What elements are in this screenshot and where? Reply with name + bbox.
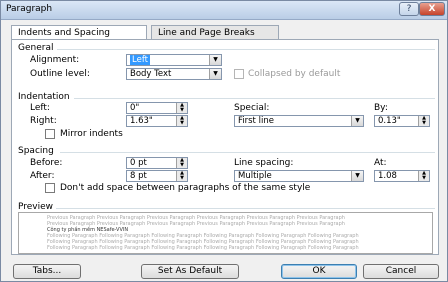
after-spinner[interactable]: 8 pt ▲ ▼ <box>126 170 188 182</box>
left-indent-spinner[interactable]: 0" ▲ ▼ <box>126 102 188 114</box>
ok-button[interactable]: OK <box>281 264 357 279</box>
tab-label: Line and Page Breaks <box>158 28 255 38</box>
special-select[interactable]: First line ▼ <box>234 115 364 127</box>
before-spinner[interactable]: 0 pt ▲ ▼ <box>126 157 188 169</box>
chevron-down-icon[interactable]: ▼ <box>351 116 363 126</box>
tab-line-and-page-breaks[interactable]: Line and Page Breaks <box>151 25 279 39</box>
indentation-section-label: Indentation <box>18 92 70 102</box>
alignment-value: Left <box>130 55 150 65</box>
cancel-button[interactable]: Cancel <box>363 264 439 279</box>
chevron-down-icon[interactable]: ▼ <box>209 69 221 79</box>
spinner-arrows-icon[interactable]: ▲ ▼ <box>176 103 187 113</box>
title-bar: Paragraph ? X <box>1 1 447 20</box>
special-label: Special: <box>234 103 270 113</box>
line-spacing-label: Line spacing: <box>234 158 294 168</box>
close-button[interactable]: X <box>419 2 445 16</box>
mirror-indents-checkbox[interactable] <box>45 129 55 139</box>
collapsed-checkbox[interactable] <box>234 69 244 79</box>
alignment-label: Alignment: <box>30 55 80 65</box>
general-section-label: General <box>18 43 54 53</box>
indentation-divider <box>74 98 435 99</box>
outline-level-select[interactable]: Body Text ▼ <box>126 68 222 80</box>
spinner-arrows-icon[interactable]: ▲ ▼ <box>176 171 187 181</box>
left-indent-label: Left: <box>30 103 50 113</box>
special-value: First line <box>238 116 274 126</box>
mirror-indents-label: Mirror indents <box>60 129 123 139</box>
set-as-default-button[interactable]: Set As Default <box>141 264 239 279</box>
collapsed-label: Collapsed by default <box>248 69 341 79</box>
spinner-arrows-icon[interactable]: ▲ ▼ <box>176 116 187 126</box>
spacing-divider <box>60 152 435 153</box>
preview-section-label: Preview <box>18 202 54 212</box>
by-value: 0.13" <box>378 116 401 126</box>
right-indent-value: 1.63" <box>130 116 153 126</box>
preview-divider <box>56 208 435 209</box>
outline-level-label: Outline level: <box>30 69 90 79</box>
dont-add-space-checkbox[interactable] <box>45 183 55 193</box>
left-indent-value: 0" <box>130 103 140 113</box>
dialog-title: Paragraph <box>6 4 53 14</box>
after-value: 8 pt <box>130 171 147 181</box>
spinner-arrows-icon[interactable]: ▲ ▼ <box>176 158 187 168</box>
line-spacing-select[interactable]: Multiple ▼ <box>234 170 364 182</box>
spinner-arrows-icon[interactable]: ▲ ▼ <box>418 116 429 126</box>
help-button[interactable]: ? <box>399 2 419 16</box>
at-value: 1.08 <box>378 171 397 181</box>
spinner-arrows-icon[interactable]: ▲ ▼ <box>418 171 429 181</box>
tab-panel: General Alignment: Left ▼ Outline level:… <box>11 39 439 255</box>
line-spacing-value: Multiple <box>238 171 272 181</box>
outline-level-value: Body Text <box>130 69 172 79</box>
tab-label: Indents and Spacing <box>18 28 110 38</box>
before-value: 0 pt <box>130 158 147 168</box>
general-divider <box>57 49 435 50</box>
right-indent-label: Right: <box>30 116 57 126</box>
right-indent-spinner[interactable]: 1.63" ▲ ▼ <box>126 115 188 127</box>
by-spinner[interactable]: 0.13" ▲ ▼ <box>374 115 430 127</box>
chevron-down-icon[interactable]: ▼ <box>351 171 363 181</box>
paragraph-dialog: Paragraph ? X Indents and Spacing Line a… <box>0 0 448 282</box>
alignment-select[interactable]: Left ▼ <box>126 54 222 66</box>
at-label: At: <box>374 158 387 168</box>
by-label: By: <box>374 103 388 113</box>
at-spinner[interactable]: 1.08 ▲ ▼ <box>374 170 430 182</box>
preview-following-line: Following Paragraph Following Paragraph … <box>47 245 359 251</box>
after-label: After: <box>30 171 55 181</box>
spacing-section-label: Spacing <box>18 146 54 156</box>
dont-add-space-label: Don't add space between paragraphs of th… <box>60 183 311 193</box>
tab-indents-and-spacing[interactable]: Indents and Spacing <box>11 25 147 40</box>
preview-box: Previous Paragraph Previous Paragraph Pr… <box>18 212 433 254</box>
chevron-down-icon[interactable]: ▼ <box>209 55 221 65</box>
before-label: Before: <box>30 158 63 168</box>
tabs-button[interactable]: Tabs... <box>13 264 81 279</box>
